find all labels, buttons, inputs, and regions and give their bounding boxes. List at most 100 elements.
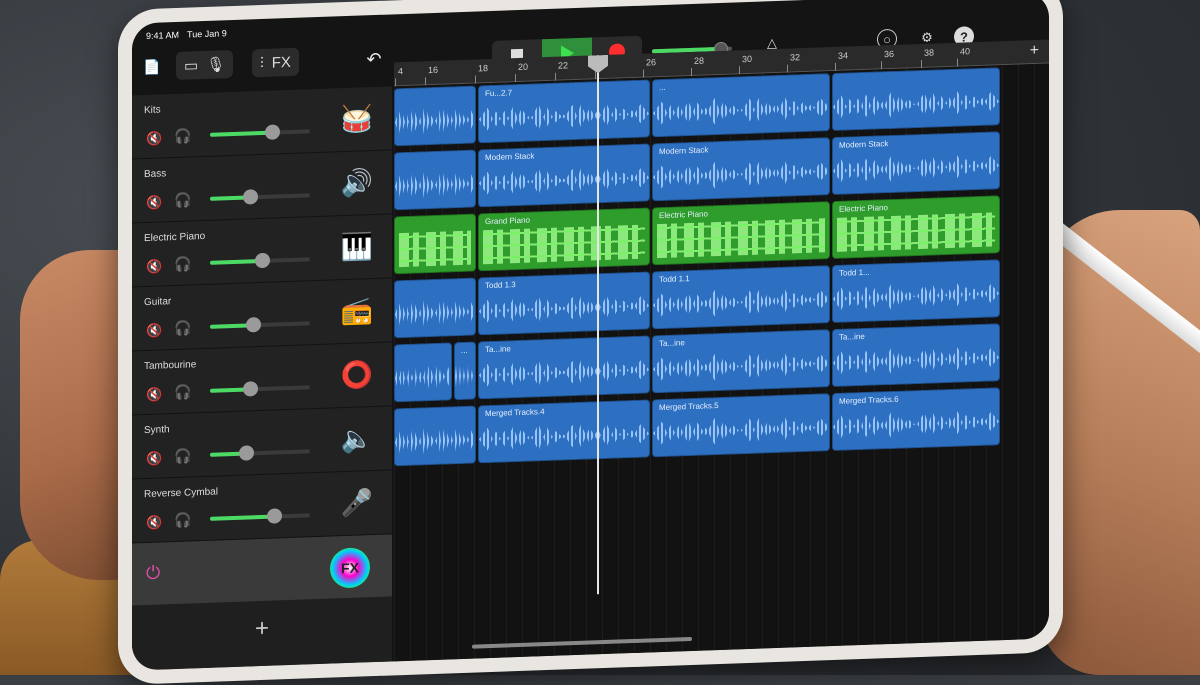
add-section-button[interactable]: + — [1030, 42, 1039, 60]
speaker-icon[interactable]: 🔈 — [334, 415, 380, 463]
track-header[interactable]: Kits 🔇 🎧 🥁 — [132, 86, 392, 160]
track-volume-knob[interactable] — [243, 189, 258, 205]
headphones-icon[interactable]: 🎧 — [174, 383, 191, 401]
fx-button[interactable]: FX — [272, 53, 291, 71]
midi-notes — [483, 224, 645, 265]
track-volume-knob[interactable] — [255, 252, 270, 269]
audio-region[interactable] — [394, 85, 476, 147]
track-volume-slider[interactable] — [210, 317, 310, 333]
fx-plugin-icon[interactable]: FX — [330, 547, 370, 589]
ruler-tick-label: 22 — [558, 60, 569, 71]
drum-kit-icon[interactable]: 🥁 — [334, 95, 380, 143]
tambourine-icon[interactable]: ⭕ — [334, 351, 380, 399]
region-label: Modern Stack — [485, 151, 535, 163]
headphones-icon[interactable]: 🎧 — [174, 319, 191, 337]
mute-icon[interactable]: 🔇 — [146, 258, 162, 275]
audio-waveform — [653, 152, 829, 196]
track-name: Synth — [144, 424, 170, 437]
track-volume-slider[interactable] — [210, 189, 310, 205]
guitar-amp-icon[interactable]: 📻 — [334, 287, 380, 335]
headphones-icon[interactable]: 🎧 — [174, 511, 191, 529]
microphone-icon[interactable]: 🎙 — [206, 55, 225, 74]
track-volume-knob[interactable] — [239, 445, 254, 461]
audio-waveform — [479, 286, 649, 330]
track-volume-slider[interactable] — [210, 508, 310, 524]
add-track-button[interactable]: + — [132, 596, 392, 661]
audio-region[interactable] — [394, 342, 452, 403]
ipad-device: 9:41 AM Tue Jan 9 📄 ▭ 🎙 ⫶ FX ↶ △ ○ ⚙ ? K… — [118, 0, 1063, 685]
track-volume-slider[interactable] — [210, 124, 310, 140]
track-header[interactable]: Bass 🔇 🎧 🔊 — [132, 150, 392, 224]
audio-waveform — [653, 88, 829, 132]
mute-icon[interactable]: 🔇 — [146, 514, 162, 531]
mixer-fx-group[interactable]: ⫶ FX — [252, 47, 299, 78]
midi-region[interactable]: Electric Piano — [652, 201, 830, 266]
midi-region[interactable]: Electric Piano — [832, 195, 1000, 260]
track-volume-knob[interactable] — [246, 317, 261, 333]
audio-region[interactable]: ... — [652, 73, 830, 138]
microphone-icon[interactable]: 🎤 — [334, 479, 380, 527]
playhead[interactable] — [597, 55, 599, 595]
headphones-icon[interactable]: 🎧 — [174, 255, 191, 273]
track-name: Tambourine — [144, 359, 197, 373]
midi-region[interactable] — [394, 213, 476, 275]
track-volume-slider[interactable] — [210, 445, 310, 461]
headphones-icon[interactable]: 🎧 — [174, 447, 191, 465]
audio-region[interactable]: Todd 1.3 — [478, 271, 650, 336]
mute-icon[interactable]: 🔇 — [146, 130, 162, 147]
audio-region[interactable]: Merged Tracks.5 — [652, 393, 830, 458]
tracks-view-icon[interactable]: ▭ — [184, 56, 198, 74]
midi-region[interactable]: Grand Piano — [478, 207, 650, 272]
audio-region[interactable]: Ta...ine — [832, 323, 1000, 388]
audio-waveform — [455, 357, 475, 396]
fx-track-row[interactable]: ⏻ FX — [132, 534, 392, 606]
piano-icon[interactable]: 🎹 — [334, 223, 380, 271]
power-icon[interactable]: ⏻ — [146, 563, 160, 584]
track-headers: Kits 🔇 🎧 🥁 Bass 🔇 🎧 🔊 Electric Piano 🔇 🎧… — [132, 86, 392, 671]
track-volume-knob[interactable] — [265, 124, 280, 140]
headphones-icon[interactable]: 🎧 — [174, 191, 191, 209]
mute-icon[interactable]: 🔇 — [146, 386, 162, 403]
track-header[interactable]: Electric Piano 🔇 🎧 🎹 — [132, 214, 392, 288]
browser-icon[interactable]: 📄 — [140, 52, 164, 81]
headphones-icon[interactable]: 🎧 — [174, 127, 191, 145]
audio-region[interactable]: Modern Stack — [652, 137, 830, 202]
status-time: 9:41 AM — [146, 29, 180, 42]
ruler-tick-label: 34 — [838, 50, 849, 61]
audio-region[interactable] — [394, 277, 476, 339]
audio-region[interactable]: Ta...ine — [478, 335, 650, 400]
mixer-sliders-icon[interactable]: ⫶ — [260, 54, 264, 71]
audio-waveform — [479, 94, 649, 138]
audio-region[interactable]: Fu...2.7 — [478, 79, 650, 144]
audio-region[interactable]: Todd 1... — [832, 259, 1000, 324]
audio-waveform — [653, 280, 829, 324]
audio-region[interactable]: Modern Stack — [478, 143, 650, 208]
track-header[interactable]: Guitar 🔇 🎧 📻 — [132, 278, 392, 352]
mute-icon[interactable]: 🔇 — [146, 450, 162, 467]
mute-icon[interactable]: 🔇 — [146, 322, 162, 339]
view-toggle[interactable]: ▭ 🎙 — [176, 49, 234, 80]
audio-region[interactable]: Ta...ine — [652, 329, 830, 394]
track-area[interactable]: Fu...2.7... Modern Stack Modern Stack Moder… — [394, 63, 1049, 662]
track-header[interactable]: Synth 🔇 🎧 🔈 — [132, 406, 392, 480]
audio-region[interactable]: Todd 1.1 — [652, 265, 830, 330]
audio-region[interactable] — [832, 67, 1000, 132]
audio-region[interactable] — [394, 405, 476, 467]
track-header[interactable]: Reverse Cymbal 🔇 🎧 🎤 — [132, 470, 392, 544]
ruler-tick-label: 4 — [398, 66, 404, 77]
track-header[interactable]: Tambourine 🔇 🎧 ⭕ — [132, 342, 392, 416]
track-volume-slider[interactable] — [210, 381, 310, 397]
ruler-tick-label: 18 — [478, 63, 489, 74]
bass-amp-icon[interactable]: 🔊 — [334, 159, 380, 207]
track-volume-slider[interactable] — [210, 252, 310, 269]
track-volume-knob[interactable] — [243, 381, 258, 397]
audio-region[interactable]: Merged Tracks.6 — [832, 387, 1000, 452]
track-volume-knob[interactable] — [267, 508, 282, 524]
mute-icon[interactable]: 🔇 — [146, 194, 162, 211]
audio-region[interactable]: Modern Stack — [832, 131, 1000, 196]
audio-region[interactable]: Merged Tracks.4 — [478, 399, 650, 464]
audio-region[interactable]: ... — [454, 341, 476, 401]
undo-icon[interactable]: ↶ — [362, 45, 386, 74]
audio-region[interactable] — [394, 149, 476, 211]
audio-waveform — [653, 408, 829, 452]
